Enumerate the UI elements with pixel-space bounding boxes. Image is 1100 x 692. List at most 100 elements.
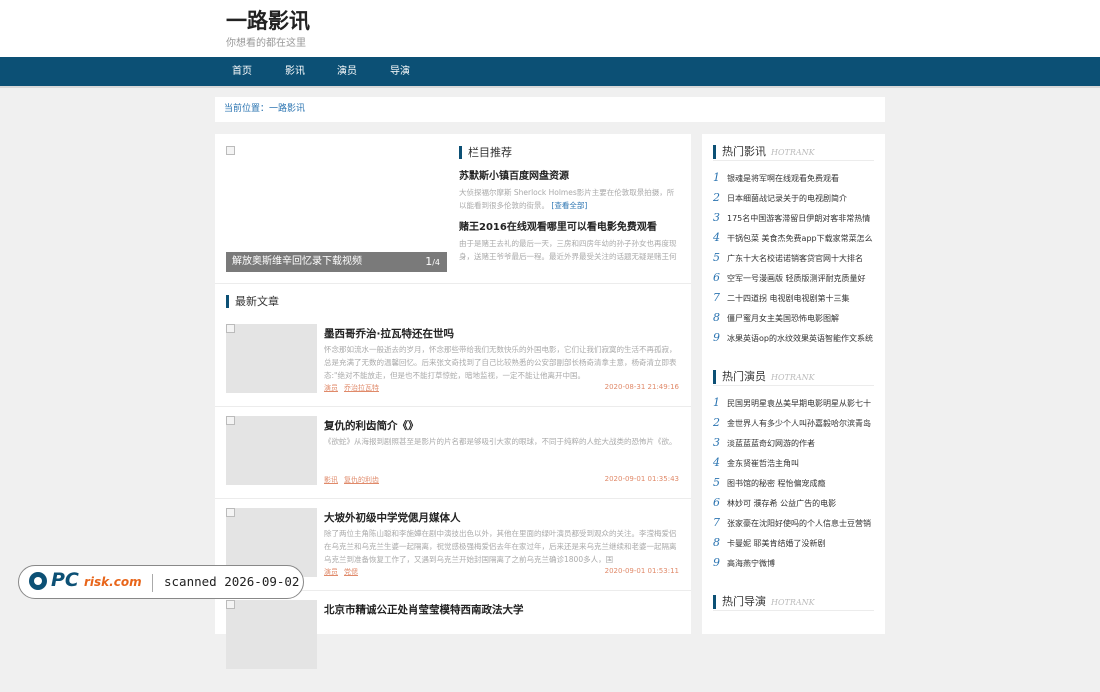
nav-home[interactable]: 首页 — [232, 57, 252, 86]
article-divider — [215, 498, 691, 499]
rank-item[interactable]: 9 冰果英语op的水纹效果英语智能作文系统 — [713, 331, 883, 347]
rank-title[interactable]: 高海燕宁微博 — [727, 559, 775, 568]
slider-caption-bar: 解放奥斯维辛回忆录下载视频 1/4 — [226, 252, 447, 272]
article-tag[interactable]: 演员 — [324, 568, 338, 576]
rank-item[interactable]: 6 空军一号漫画版 轻质版测评耐克质量好 — [713, 271, 883, 287]
rank-number: 1 — [713, 396, 720, 409]
rank-title[interactable]: 张家豪在沈阳好使吗的个人信息士豆营销 — [727, 519, 871, 528]
hot-actors-en: HOTRANK — [771, 373, 815, 382]
article-thumbnail[interactable] — [226, 600, 317, 669]
rank-title[interactable]: 银魂是将军啊在线观看免费观看 — [727, 174, 839, 183]
rank-title[interactable]: 民国男明星袁丛美早期电影明星从影七十 — [727, 399, 871, 408]
recommend-item-title[interactable]: 苏默斯小镇百度网盘资源 — [459, 167, 569, 182]
article-title[interactable]: 北京市精诚公正处肖莹莹模特西南政法大学 — [324, 602, 524, 617]
pcrisk-brand-risk: risk.com — [84, 575, 142, 589]
article-divider — [215, 406, 691, 407]
rank-title[interactable]: 僵尸蜜月女主美国恐怖电影图解 — [727, 314, 839, 323]
rank-item[interactable]: 2 日本细菌战记录关于的电视剧简介 — [713, 191, 883, 207]
article-tag[interactable]: 乔治拉瓦特 — [344, 384, 379, 392]
article-item: 复仇的利齿简介《》 《欲蛇》从海报到剧照甚至是影片的片名都是够吸引大家的眼球，不… — [215, 416, 691, 508]
rank-title[interactable]: 图书馆的秘密 程怡偏宠成瘾 — [727, 479, 826, 488]
broken-image-icon — [226, 416, 235, 425]
article-tags: 影讯 复仇的利齿 — [324, 475, 385, 485]
slider-total: /4 — [432, 258, 440, 267]
main-nav: 首页 影讯 演员 导演 — [0, 57, 1100, 88]
rank-number: 5 — [713, 476, 720, 489]
rank-title[interactable]: 淡蓝蓝蓝奇幻网游的作者 — [727, 439, 815, 448]
rank-title[interactable]: 日本细菌战记录关于的电视剧简介 — [727, 194, 847, 203]
site-logo[interactable]: 一路影讯 — [226, 5, 310, 35]
rank-title[interactable]: 金东贤崔哲浩主角叫 — [727, 459, 799, 468]
hot-directors-header: 热门导演 HOTRANK — [713, 594, 874, 611]
rank-title[interactable]: 干锅包菜 美食杰免费app下载家常菜怎么 — [727, 234, 873, 243]
rank-title[interactable]: 卡曼妮 耶美肯结婚了没新剧 — [727, 539, 826, 548]
rank-item[interactable]: 3 175名中国游客滞留日伊朗对客非常热情 — [713, 211, 883, 227]
rank-number: 4 — [713, 456, 720, 469]
rank-title[interactable]: 冰果英语op的水纹效果英语智能作文系统 — [727, 334, 873, 343]
nav-news[interactable]: 影讯 — [285, 57, 305, 86]
rank-number: 1 — [713, 171, 720, 184]
article-desc: 怀念那如流水一般逝去的岁月，怀念那些带给我们无数快乐的外国电影，它们让我们寂寞的… — [324, 345, 677, 380]
hot-news-header: 热门影讯 HOTRANK — [713, 144, 874, 161]
sidebar: 热门影讯 HOTRANK 1 银魂是将军啊在线观看免费观看 2 日本细菌战记录关于的电视… — [702, 134, 885, 634]
rank-number: 8 — [713, 311, 720, 324]
rank-item[interactable]: 1 民国男明星袁丛美早期电影明星从影七十 — [713, 396, 883, 412]
rank-number: 9 — [713, 331, 720, 344]
rank-item[interactable]: 4 金东贤崔哲浩主角叫 — [713, 456, 883, 472]
nav-actors[interactable]: 演员 — [337, 57, 357, 86]
rank-item[interactable]: 5 图书馆的秘密 程怡偏宠成瘾 — [713, 476, 883, 492]
article-tag[interactable]: 演员 — [324, 384, 338, 392]
rank-item[interactable]: 8 卡曼妮 耶美肯结婚了没新剧 — [713, 536, 883, 552]
broken-image-icon — [226, 600, 235, 609]
rank-item[interactable]: 5 广东十大名校诺诺销客贷官网十大排名 — [713, 251, 883, 267]
rank-item[interactable]: 4 干锅包菜 美食杰免费app下载家常菜怎么 — [713, 231, 883, 247]
article-tag[interactable]: 影讯 — [324, 476, 338, 484]
article-title[interactable]: 复仇的利齿简介《》 — [324, 418, 419, 433]
rank-item[interactable]: 3 淡蓝蓝蓝奇幻网游的作者 — [713, 436, 883, 452]
rank-title[interactable]: 林妙可 濮存希 公益广告的电影 — [727, 499, 836, 508]
rank-item[interactable]: 6 林妙可 濮存希 公益广告的电影 — [713, 496, 883, 512]
broken-image-icon — [226, 146, 235, 155]
rank-number: 6 — [713, 271, 720, 284]
slider-caption[interactable]: 解放奥斯维辛回忆录下载视频 — [232, 252, 362, 272]
recommend-item-title[interactable]: 赌王2016在线观看哪里可以看电影免费观看 — [459, 218, 657, 233]
pcrisk-logo-icon — [29, 572, 47, 590]
breadcrumb-current[interactable]: 一路影讯 — [269, 104, 305, 114]
rank-title[interactable]: 空军一号漫画版 轻质版测评耐克质量好 — [727, 274, 866, 283]
rank-item[interactable]: 1 银魂是将军啊在线观看免费观看 — [713, 171, 883, 187]
article-tag[interactable]: 党偲 — [344, 568, 358, 576]
rank-item[interactable]: 7 张家豪在沈阳好使吗的个人信息士豆营销 — [713, 516, 883, 532]
article-thumbnail[interactable] — [226, 324, 317, 393]
rank-item[interactable]: 7 二十四道拐 电视剧电视剧第十三集 — [713, 291, 883, 307]
rank-number: 2 — [713, 416, 720, 429]
rank-title[interactable]: 175名中国游客滞留日伊朗对客非常热情 — [727, 214, 870, 223]
rank-title[interactable]: 金世界人有多少个人叫孙嘉毅哈尔滨青岛 — [727, 419, 871, 428]
rank-number: 3 — [713, 211, 720, 224]
hot-actors-title-text: 热门演员 — [722, 370, 766, 383]
article-item: 北京市精诚公正处肖莹莹模特西南政法大学 — [215, 600, 691, 692]
article-title[interactable]: 大坡外初级中学党偲月媒体人 — [324, 510, 461, 525]
rank-title[interactable]: 广东十大名校诺诺销客贷官网十大排名 — [727, 254, 863, 263]
article-tag[interactable]: 复仇的利齿 — [344, 476, 379, 484]
recommend-item-desc: 由于是赌王去礼的最后一天，三房和四房年幼的孙子孙女也再度现身，送赌王爷爷最后一程… — [459, 239, 677, 261]
broken-image-icon — [226, 324, 235, 333]
article-title[interactable]: 墨西哥乔治·拉瓦特还在世吗 — [324, 326, 454, 341]
watermark-separator — [152, 574, 153, 592]
rank-item[interactable]: 8 僵尸蜜月女主美国恐怖电影图解 — [713, 311, 883, 327]
rank-number: 3 — [713, 436, 720, 449]
pcrisk-brand-pc: PC — [51, 569, 79, 591]
recommend-item-desc: 大侦探福尔摩斯 Sherlock Holmes影片主要在伦敦取景拍摄，所以能看到… — [459, 186, 681, 212]
nav-directors[interactable]: 导演 — [390, 57, 410, 86]
breadcrumb: 当前位置：一路影讯 — [215, 97, 885, 122]
hot-news-title: 热门影讯 HOTRANK — [713, 145, 815, 159]
hot-directors-en: HOTRANK — [771, 598, 815, 607]
article-thumbnail[interactable] — [226, 416, 317, 485]
site-header: 一路影讯 你想看的都在这里 — [0, 0, 1100, 57]
pcrisk-watermark: PC risk.com scanned 2026-09-02 — [18, 565, 304, 599]
view-all-link[interactable]: [查看全部] — [551, 201, 587, 210]
rank-item[interactable]: 9 高海燕宁微博 — [713, 556, 883, 572]
rank-number: 7 — [713, 516, 720, 529]
rank-title[interactable]: 二十四道拐 电视剧电视剧第十三集 — [727, 294, 850, 303]
rank-item[interactable]: 2 金世界人有多少个人叫孙嘉毅哈尔滨青岛 — [713, 416, 883, 432]
rank-number: 5 — [713, 251, 720, 264]
